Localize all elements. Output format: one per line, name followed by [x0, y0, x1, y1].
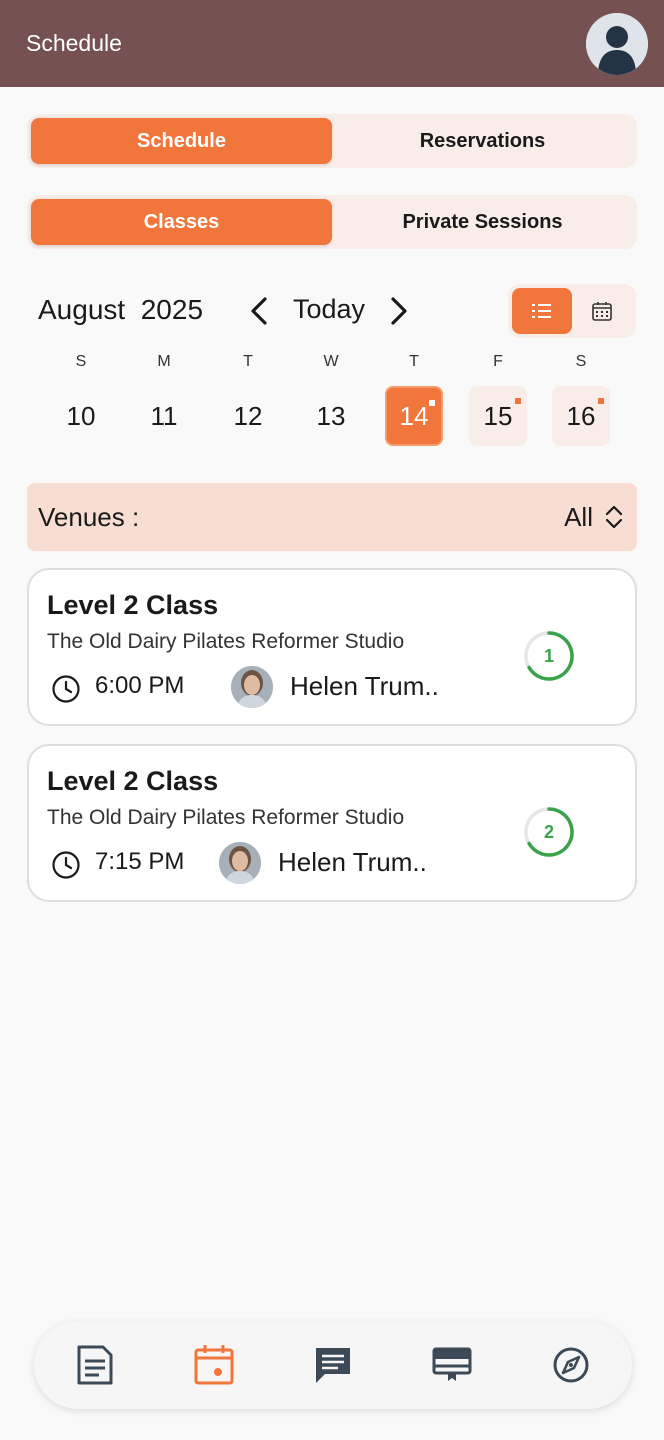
- day-number: 12: [233, 400, 263, 431]
- weekday-letter: T: [243, 353, 253, 370]
- bottom-navigation: [34, 1321, 632, 1409]
- clock-icon: [52, 675, 80, 703]
- day-column: S 16: [551, 350, 611, 446]
- day-10-button[interactable]: 10: [52, 386, 110, 446]
- day-column: M 11: [134, 350, 194, 446]
- venues-filter[interactable]: Venues : All: [27, 483, 637, 551]
- venues-dropdown[interactable]: All: [564, 502, 625, 533]
- tab-reservations[interactable]: Reservations: [332, 118, 633, 164]
- list-icon: [532, 304, 551, 318]
- profile-avatar[interactable]: [586, 12, 648, 75]
- instructor-avatar: [219, 842, 261, 884]
- instructor-name: Helen Trum..: [278, 847, 427, 877]
- capacity-ring: 1: [523, 630, 575, 682]
- nav-messages[interactable]: [309, 1341, 357, 1389]
- has-classes-indicator: [598, 398, 604, 404]
- person-silhouette-icon: [586, 12, 648, 75]
- month-navigation: August 2025 Today: [38, 284, 638, 338]
- day-column: S 10: [51, 350, 111, 446]
- class-time: 7:15 PM: [95, 848, 185, 875]
- app-header: Schedule: [0, 0, 664, 87]
- has-classes-indicator: [515, 398, 521, 404]
- chevron-left-icon: [251, 297, 267, 325]
- board-icon: [432, 1347, 472, 1381]
- chat-icon: [316, 1348, 350, 1383]
- venues-label: Venues :: [38, 501, 140, 532]
- booked-count: 1: [543, 645, 554, 666]
- day-16-button[interactable]: 16: [552, 386, 610, 446]
- nav-documents[interactable]: [71, 1341, 119, 1389]
- calendar-icon: [194, 1345, 234, 1385]
- day-11-button[interactable]: 11: [135, 386, 193, 446]
- chevron-up-down-icon: [605, 505, 623, 529]
- weekday-letter: S: [575, 353, 587, 370]
- class-card[interactable]: Level 2 Class The Old Dairy Pilates Refo…: [27, 744, 637, 902]
- calendar-view-button[interactable]: [572, 288, 632, 334]
- today-button[interactable]: Today: [293, 294, 365, 325]
- venues-selected-value: All: [564, 501, 593, 532]
- has-classes-indicator: [429, 400, 435, 406]
- tab-classes[interactable]: Classes: [31, 199, 332, 245]
- instructor-photo-icon: [219, 842, 261, 884]
- weekday-letter: T: [409, 353, 419, 370]
- class-title: Level 2 Class: [47, 766, 219, 796]
- chevron-right-icon: [391, 297, 407, 325]
- instructor-photo-icon: [231, 666, 273, 708]
- classes-private-toggle: Classes Private Sessions: [27, 195, 637, 249]
- day-number: 11: [150, 400, 178, 431]
- previous-week-button[interactable]: [246, 294, 272, 328]
- day-column: W 13: [301, 350, 361, 446]
- day-12-button[interactable]: 12: [219, 386, 277, 446]
- capacity-ring: 2: [523, 806, 575, 858]
- day-13-button[interactable]: 13: [302, 386, 360, 446]
- day-number: 15: [483, 400, 513, 431]
- compass-icon: [553, 1347, 589, 1383]
- view-mode-toggle: [508, 284, 636, 338]
- month-year-label: August 2025: [38, 294, 204, 325]
- day-14-button-selected[interactable]: 14: [385, 386, 443, 446]
- class-venue: The Old Dairy Pilates Reformer Studio: [47, 630, 405, 653]
- weekday-letter: S: [75, 353, 87, 370]
- clock-icon: [52, 851, 80, 879]
- class-time: 6:00 PM: [95, 672, 185, 699]
- day-column: T 14: [384, 350, 444, 446]
- day-number: 13: [316, 400, 346, 431]
- day-column: F 15: [468, 350, 528, 446]
- booked-count: 2: [543, 821, 554, 842]
- schedule-reservations-toggle: Schedule Reservations: [27, 114, 637, 168]
- app-root: Schedule Schedule Reservations Classes P…: [0, 0, 664, 1440]
- day-number: 16: [566, 400, 596, 431]
- list-view-button[interactable]: [512, 288, 572, 334]
- instructor-name: Helen Trum..: [290, 671, 439, 701]
- weekday-letter: F: [493, 353, 503, 370]
- week-strip: S 10 M 11 T 12 W 13 T 14 F 15 S 16: [39, 350, 623, 450]
- page-title: Schedule: [26, 30, 122, 56]
- class-title: Level 2 Class: [47, 590, 219, 620]
- weekday-letter: M: [157, 353, 171, 370]
- tab-schedule[interactable]: Schedule: [31, 118, 332, 164]
- next-week-button[interactable]: [386, 294, 412, 328]
- nav-schedule[interactable]: [190, 1341, 238, 1389]
- nav-board[interactable]: [428, 1341, 476, 1389]
- weekday-letter: W: [323, 353, 339, 370]
- nav-explore[interactable]: [547, 1341, 595, 1389]
- day-number: 10: [66, 400, 96, 431]
- day-number: 14: [399, 400, 429, 431]
- calendar-grid-icon: [592, 302, 612, 321]
- day-column: T 12: [218, 350, 278, 446]
- instructor-avatar: [231, 666, 273, 708]
- document-icon: [77, 1345, 113, 1385]
- day-15-button[interactable]: 15: [469, 386, 527, 446]
- class-venue: The Old Dairy Pilates Reformer Studio: [47, 806, 405, 829]
- tab-private-sessions[interactable]: Private Sessions: [332, 199, 633, 245]
- class-card[interactable]: Level 2 Class The Old Dairy Pilates Refo…: [27, 568, 637, 726]
